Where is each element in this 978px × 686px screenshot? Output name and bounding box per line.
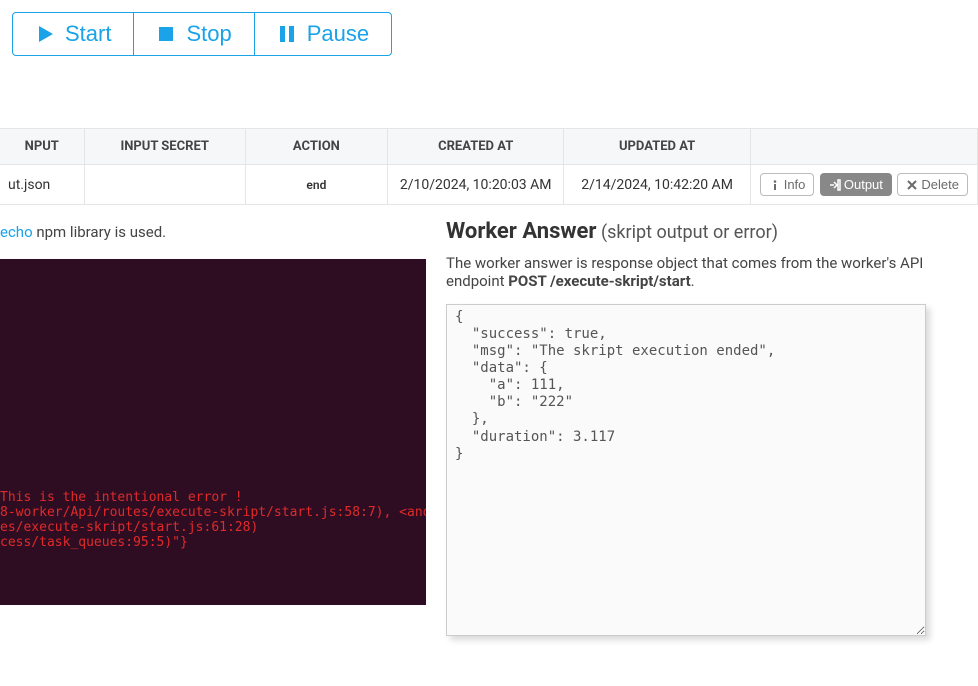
col-action: ACTION xyxy=(245,129,387,165)
pause-label: Pause xyxy=(307,21,369,47)
col-input: NPUT xyxy=(0,129,84,165)
bottom-section: echo npm library is used. This is the in… xyxy=(0,205,978,636)
output-icon xyxy=(829,179,841,191)
library-text: npm library is used. xyxy=(33,223,167,241)
play-icon xyxy=(35,24,55,44)
control-toolbar: Start Stop Pause xyxy=(0,0,978,68)
col-secret: INPUT SECRET xyxy=(84,129,245,165)
pause-button[interactable]: Pause xyxy=(254,12,392,56)
stop-label: Stop xyxy=(186,21,231,47)
delete-button[interactable]: Delete xyxy=(897,173,968,196)
terminal: This is the intentional error ! 8-worker… xyxy=(0,259,426,605)
cell-actions: Info Output Delete xyxy=(750,165,977,205)
terminal-error-text: This is the intentional error ! 8-worker… xyxy=(0,490,426,550)
pause-icon xyxy=(277,24,297,44)
table-header-row: NPUT INPUT SECRET ACTION CREATED AT UPDA… xyxy=(0,129,978,165)
left-col: echo npm library is used. This is the in… xyxy=(0,205,426,605)
col-actions xyxy=(750,129,977,165)
cell-action: end xyxy=(245,165,387,205)
library-link[interactable]: echo xyxy=(0,223,33,241)
library-info: echo npm library is used. xyxy=(0,205,426,259)
worker-answer-title: Worker Answer (skript output or error) xyxy=(446,219,958,244)
stop-icon xyxy=(156,24,176,44)
col-created: CREATED AT xyxy=(387,129,564,165)
worker-answer-desc: The worker answer is response object tha… xyxy=(446,254,958,290)
table-row: ut.json end 2/10/2024, 10:20:03 AM 2/14/… xyxy=(0,165,978,205)
close-icon xyxy=(906,179,918,191)
jobs-table: NPUT INPUT SECRET ACTION CREATED AT UPDA… xyxy=(0,128,978,205)
cell-created: 2/10/2024, 10:20:03 AM xyxy=(387,165,564,205)
worker-answer-output[interactable]: { "success": true, "msg": "The skript ex… xyxy=(446,304,926,636)
info-icon xyxy=(769,179,781,191)
stop-button[interactable]: Stop xyxy=(133,12,254,56)
cell-secret xyxy=(84,165,245,205)
worker-answer-panel: Worker Answer (skript output or error) T… xyxy=(426,205,978,636)
col-updated: UPDATED AT xyxy=(564,129,750,165)
output-button[interactable]: Output xyxy=(820,173,892,196)
cell-input: ut.json xyxy=(0,165,84,205)
cell-updated: 2/14/2024, 10:42:20 AM xyxy=(564,165,750,205)
start-button[interactable]: Start xyxy=(12,12,134,56)
start-label: Start xyxy=(65,21,111,47)
info-button[interactable]: Info xyxy=(760,173,815,196)
